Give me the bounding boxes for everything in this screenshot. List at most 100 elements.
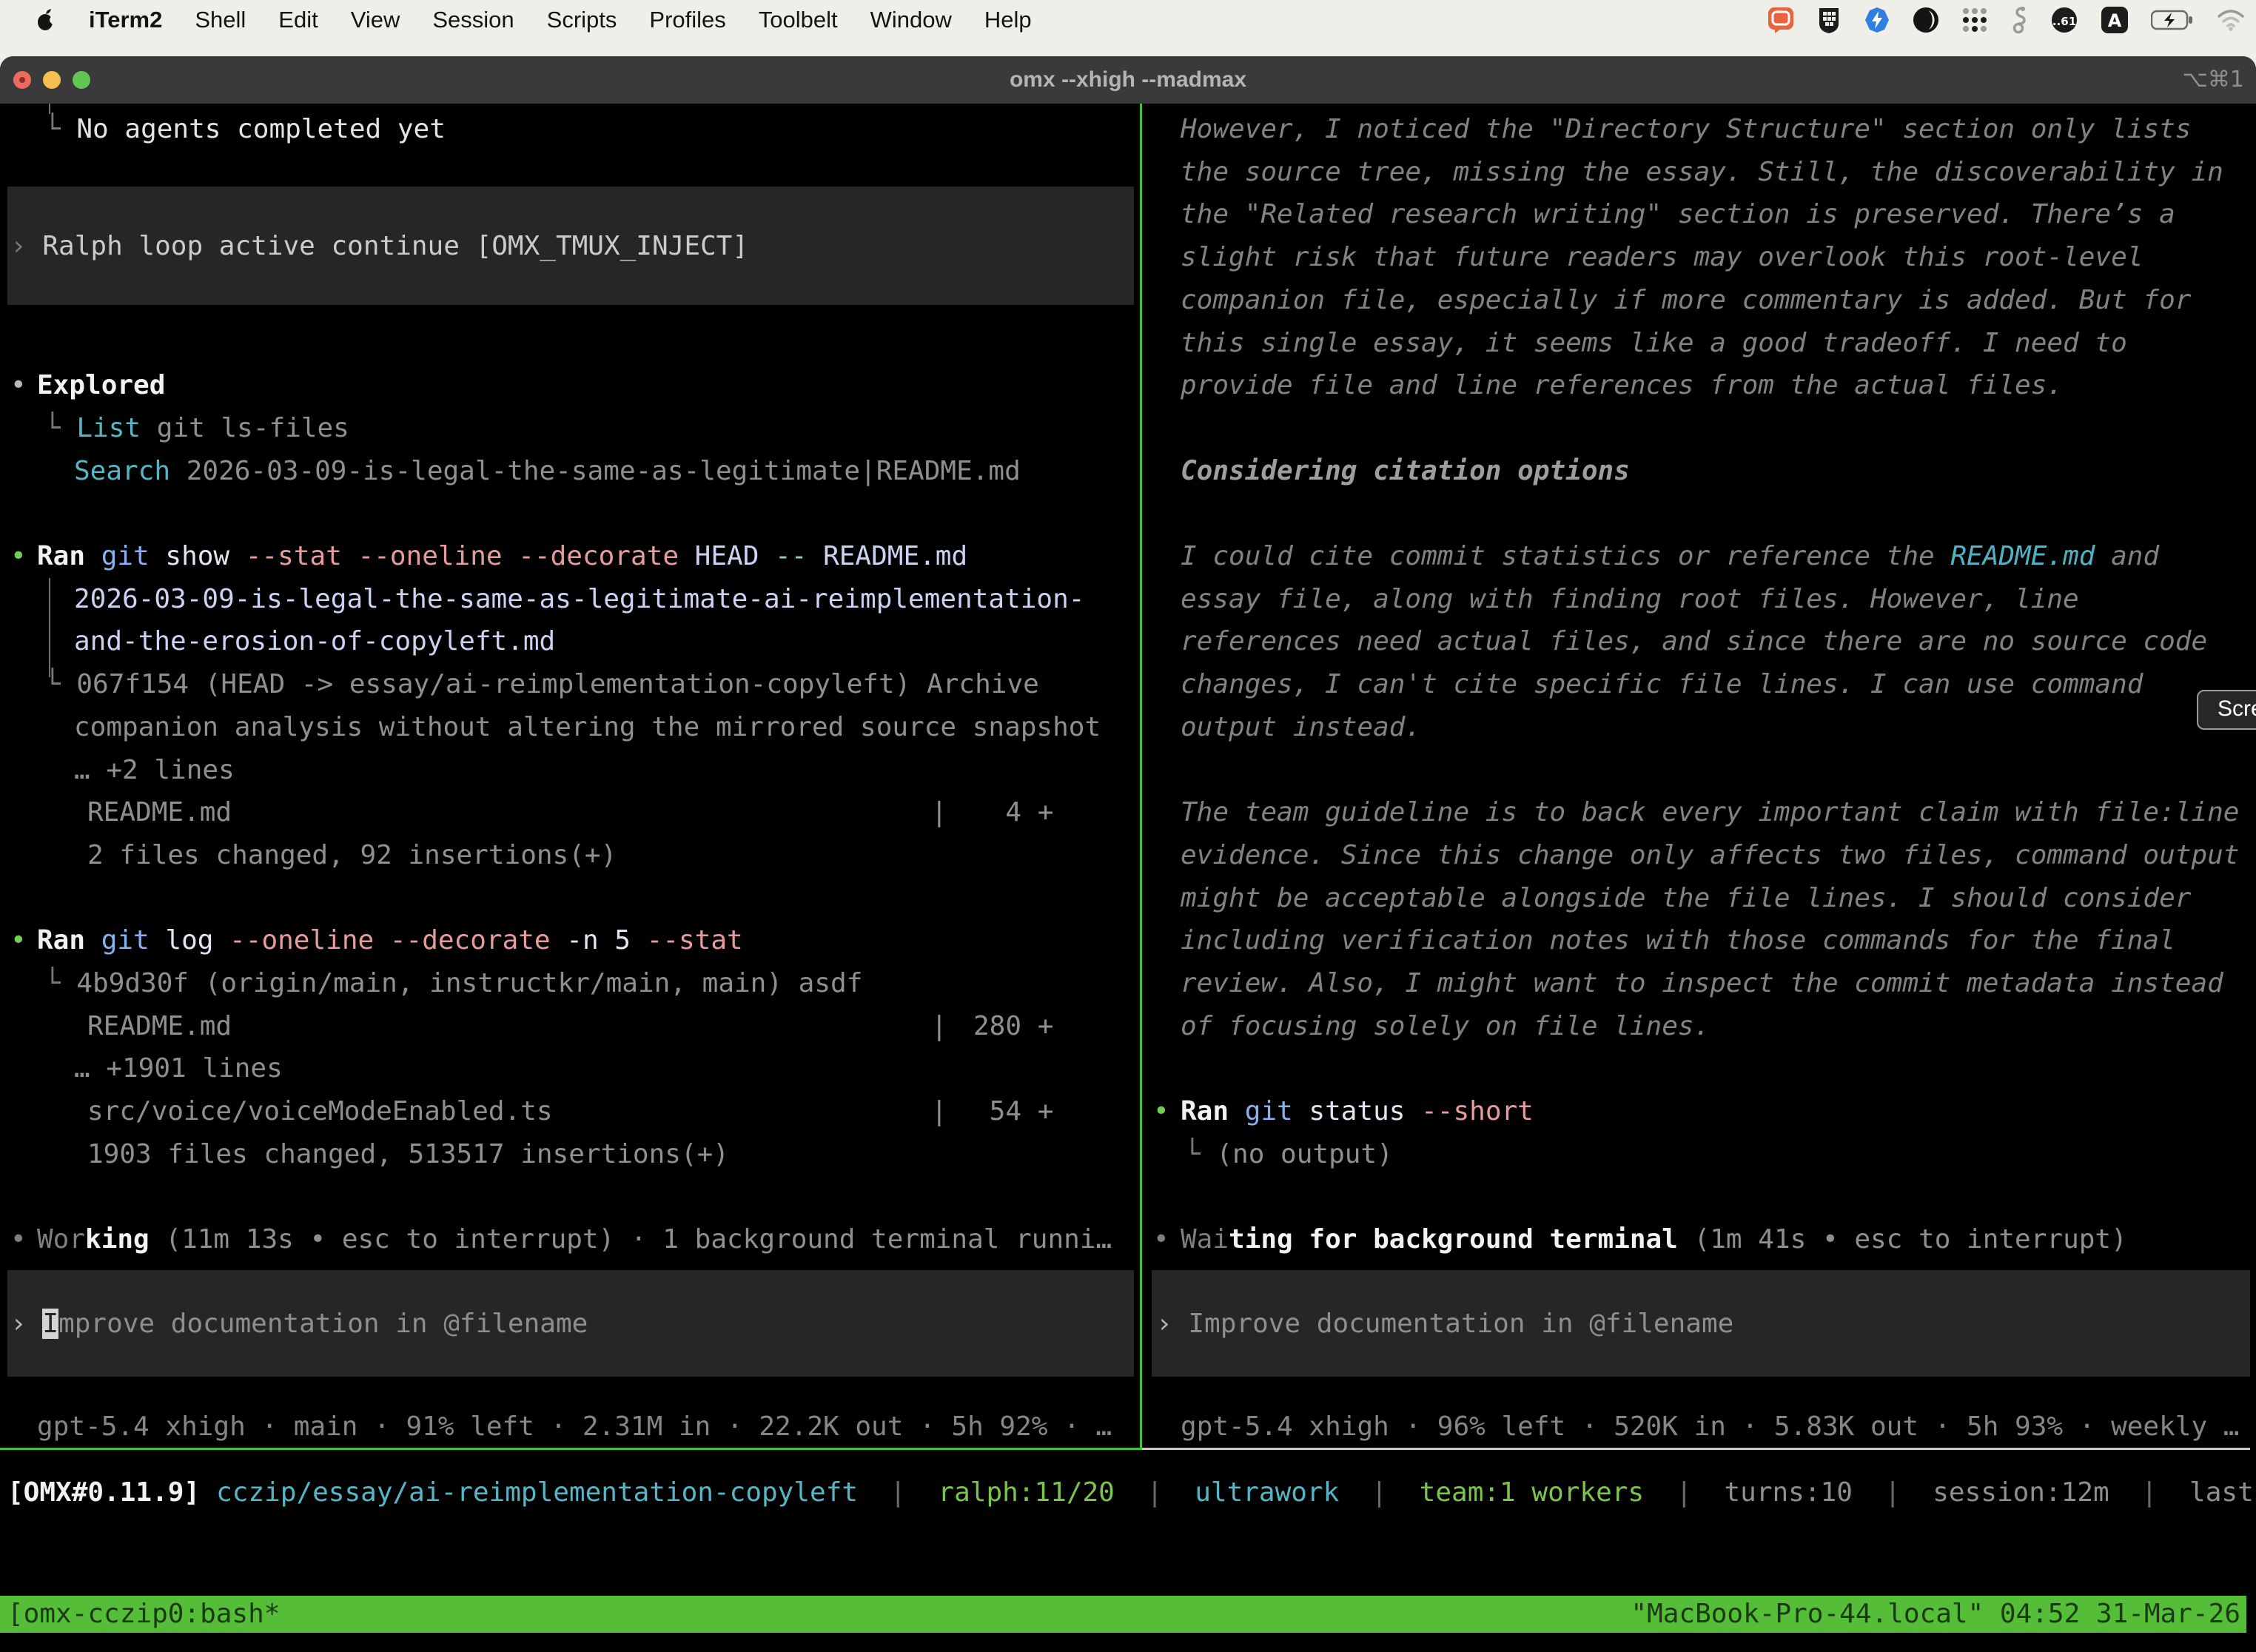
window-title: omx --xhigh --madmax bbox=[0, 56, 2256, 104]
explored-search-line: Search 2026-03-09-is-legal-the-same-as-l… bbox=[74, 450, 1021, 493]
thinking-line: provide file and line references from th… bbox=[1181, 364, 2063, 407]
prompt-input-left-text: › Improve documentation in @filename bbox=[10, 1303, 588, 1346]
explored-list-line: └ List git ls-files bbox=[44, 407, 349, 450]
tmux-status-bar: [omx-cczip0:bash* "MacBook-Pro-44.local"… bbox=[0, 1596, 2246, 1633]
omx-ralph-counter: ralph:11/20 bbox=[938, 1477, 1114, 1508]
lightning-badge-icon[interactable] bbox=[1864, 0, 1890, 40]
chat-app-icon[interactable] bbox=[1767, 0, 1794, 40]
commit-line-wrap: companion analysis without altering the … bbox=[74, 706, 1101, 749]
diffstat-row: README.md| 4 + bbox=[87, 791, 232, 834]
omx-turns: turns:10 bbox=[1724, 1477, 1852, 1508]
text-cursor: I bbox=[42, 1309, 58, 1339]
menu-item-session[interactable]: Session bbox=[432, 7, 514, 33]
grid-shield-icon[interactable] bbox=[1816, 0, 1842, 40]
thinking-heading: Considering citation options bbox=[1181, 450, 1630, 493]
input-source-icon[interactable]: A bbox=[2101, 0, 2129, 40]
omx-team: team:1 workers bbox=[1420, 1477, 1644, 1508]
thinking-line: The team guideline is to back every impo… bbox=[1181, 791, 2239, 834]
thinking-line: essay file, along with finding root file… bbox=[1181, 578, 2079, 621]
pane-right[interactable]: However, I noticed the "Directory Struct… bbox=[1142, 104, 2250, 1450]
omx-last: last:5m ago bbox=[2189, 1477, 2256, 1508]
menu-item-window[interactable]: Window bbox=[870, 7, 952, 33]
tmux-window-label[interactable]: [omx-cczip0:bash* bbox=[7, 1596, 280, 1633]
screen-notification: Scre bbox=[2197, 690, 2256, 730]
queued-message-box[interactable]: › Ralph loop active continue [OMX_TMUX_I… bbox=[7, 187, 1134, 305]
ran-show-bullet: • bbox=[10, 535, 27, 578]
menu-item-scripts[interactable]: Scripts bbox=[547, 7, 617, 33]
badge-61-icon[interactable]: ..61 bbox=[2050, 0, 2078, 40]
thinking-line: I could cite commit statistics or refere… bbox=[1181, 535, 2159, 578]
diffstat-row2: README.md|280 + bbox=[87, 1005, 232, 1048]
ran-status-bullet: • bbox=[1153, 1090, 1169, 1133]
menu-items: iTerm2 Shell Edit View Session Scripts P… bbox=[36, 0, 1032, 40]
working-bullet: • bbox=[10, 1218, 27, 1261]
prompt-input-right[interactable]: › Improve documentation in @filename bbox=[1152, 1270, 2250, 1377]
thinking-line: references need actual files, and since … bbox=[1181, 620, 2207, 663]
dots-grid-icon[interactable] bbox=[1961, 0, 1988, 40]
title-bar[interactable]: omx --xhigh --madmax ⌥⌘1 bbox=[0, 56, 2256, 104]
thinking-line: review. Also, I might want to inspect th… bbox=[1181, 962, 2223, 1005]
omx-branch-path: cczip/essay/ai-reimplementation-copyleft bbox=[216, 1477, 858, 1508]
explored-bullet: • bbox=[10, 364, 27, 407]
menu-item-edit[interactable]: Edit bbox=[278, 7, 318, 33]
command-arg-wrap2: and-the-erosion-of-copyleft.md bbox=[74, 620, 555, 663]
more-lines-note: … +2 lines bbox=[74, 749, 235, 792]
menu-item-shell[interactable]: Shell bbox=[195, 7, 246, 33]
pane-left[interactable]: └ No agents completed yet › Ralph loop a… bbox=[0, 104, 1140, 1450]
working-status-line: Working (11m 13s • esc to interrupt) · 1… bbox=[37, 1218, 1112, 1261]
menu-item-view[interactable]: View bbox=[351, 7, 400, 33]
wifi-icon[interactable] bbox=[2216, 0, 2246, 40]
crescent-app-icon[interactable] bbox=[1913, 0, 1939, 40]
model-status-left: gpt-5.4 xhigh · main · 91% left · 2.31M … bbox=[37, 1406, 1112, 1448]
thinking-line: including verification notes with those … bbox=[1181, 919, 2175, 962]
thinking-line: might be acceptable alongside the file l… bbox=[1181, 877, 2191, 920]
omx-mode: ultrawork bbox=[1195, 1477, 1339, 1508]
thinking-line: output instead. bbox=[1181, 706, 1421, 749]
thinking-line: of focusing solely on file lines. bbox=[1181, 1005, 1710, 1048]
readme-link: README.md bbox=[1950, 541, 2095, 571]
thinking-line: this single essay, it seems like a good … bbox=[1181, 322, 2127, 365]
agents-note: └ No agents completed yet bbox=[44, 108, 446, 151]
queued-message: › Ralph loop active continue [OMX_TMUX_I… bbox=[10, 225, 748, 268]
command-arg-wrap1: 2026-03-09-is-legal-the-same-as-legitima… bbox=[74, 578, 1084, 621]
thinking-line: the source tree, missing the essay. Stil… bbox=[1181, 151, 2223, 194]
menu-bar: iTerm2 Shell Edit View Session Scripts P… bbox=[0, 0, 2256, 40]
apple-menu[interactable] bbox=[36, 0, 56, 40]
menu-item-help[interactable]: Help bbox=[984, 7, 1032, 33]
commit-line: └ 067f154 (HEAD -> essay/ai-reimplementa… bbox=[44, 663, 1039, 706]
menu-item-app[interactable]: iTerm2 bbox=[89, 7, 162, 33]
diffstat-summary: 2 files changed, 92 insertions(+) bbox=[87, 834, 617, 877]
battery-icon[interactable] bbox=[2151, 0, 2194, 40]
thinking-line: companion file, especially if more comme… bbox=[1181, 279, 2191, 322]
svg-text:..61: ..61 bbox=[2052, 15, 2076, 28]
ran-log-command: Ran git log --oneline --decorate -n 5 --… bbox=[37, 919, 743, 962]
menu-item-toolbelt[interactable]: Toolbelt bbox=[759, 7, 838, 33]
tmux-host-clock: "MacBook-Pro-44.local" 04:52 31-Mar-26 bbox=[1631, 1596, 2240, 1633]
desktop: iTerm2 Shell Edit View Session Scripts P… bbox=[0, 0, 2256, 1652]
diffstat-row3: src/voice/voiceModeEnabled.ts| 54 + bbox=[87, 1090, 553, 1133]
active-pane-border bbox=[0, 1448, 1140, 1450]
terminal-content: └ No agents completed yet › Ralph loop a… bbox=[0, 104, 2256, 1652]
svg-text:A: A bbox=[2108, 10, 2122, 31]
menu-status-area: ..61 A bbox=[1767, 0, 2246, 40]
more-lines-note2: … +1901 lines bbox=[74, 1047, 283, 1090]
tree-guide bbox=[49, 578, 50, 677]
thinking-line: evidence. Since this change only affects… bbox=[1181, 834, 2239, 877]
menu-item-profiles[interactable]: Profiles bbox=[649, 7, 725, 33]
terminal-window: omx --xhigh --madmax ⌥⌘1 └ No agents com… bbox=[0, 56, 2256, 1652]
no-output-line: └ (no output) bbox=[1184, 1133, 1393, 1176]
waiting-status-line: Waiting for background terminal (1m 41s … bbox=[1181, 1218, 2127, 1261]
window-shortcut: ⌥⌘1 bbox=[2182, 56, 2244, 104]
thinking-line: slight risk that future readers may over… bbox=[1181, 236, 2143, 279]
ran-show-command: Ran git show --stat --oneline --decorate… bbox=[37, 535, 967, 578]
thinking-line: However, I noticed the "Directory Struct… bbox=[1181, 108, 2191, 151]
prompt-input-left[interactable]: › Improve documentation in @filename bbox=[7, 1270, 1134, 1377]
waiting-bullet: • bbox=[1153, 1218, 1169, 1261]
omx-version: [OMX#0.11.9] bbox=[7, 1477, 200, 1508]
omx-status-bar: [OMX#0.11.9] cczip/essay/ai-reimplementat… bbox=[7, 1471, 2256, 1514]
omx-session: session:12m bbox=[1933, 1477, 2109, 1508]
prompt-input-right-text: › Improve documentation in @filename bbox=[1156, 1303, 1733, 1346]
squiggle-icon[interactable] bbox=[2010, 0, 2028, 40]
ran-log-bullet: • bbox=[10, 919, 27, 962]
thinking-line: the "Related research writing" section i… bbox=[1181, 193, 2175, 236]
